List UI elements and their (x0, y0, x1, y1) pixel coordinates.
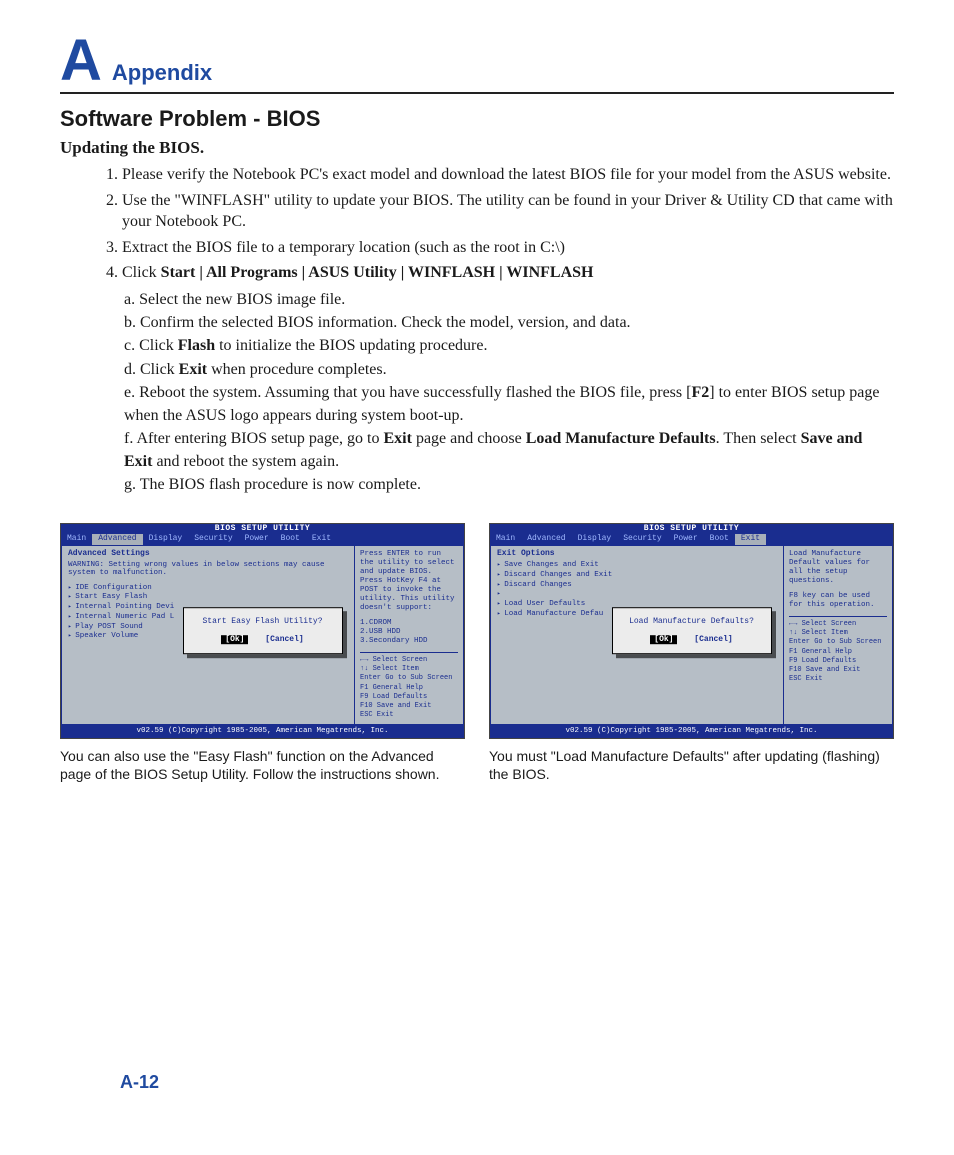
appendix-letter: A (60, 32, 102, 90)
bios-footer: v02.59 (C)Copyright 1985-2005, American … (490, 725, 893, 737)
bios-tab-power[interactable]: Power (239, 534, 275, 545)
right-caption: You must "Load Manufacture Defaults" aft… (489, 747, 894, 785)
step-4: Click Start | All Programs | ASUS Utilit… (122, 262, 894, 284)
bios-tabs-left: MainAdvancedDisplaySecurityPowerBootExit (61, 534, 464, 545)
bios-tab-boot[interactable]: Boot (275, 534, 306, 545)
substep-d: d. Click Exit when procedure completes. (124, 358, 894, 381)
bios-dialog-defaults: Load Manufacture Defaults? [Ok] [Cancel] (612, 607, 772, 655)
screenshot-row: BIOS SETUP UTILITY MainAdvancedDisplaySe… (60, 523, 894, 785)
bios-tab-advanced[interactable]: Advanced (92, 534, 142, 545)
bios-tab-exit[interactable]: Exit (306, 534, 337, 545)
bios-tab-security[interactable]: Security (617, 534, 667, 545)
steps-list: Please verify the Notebook PC's exact mo… (98, 164, 894, 284)
bios-tab-main[interactable]: Main (61, 534, 92, 545)
dialog-cancel[interactable]: [Cancel] (694, 636, 732, 645)
substep-b: b. Confirm the selected BIOS information… (124, 311, 894, 334)
header-rule (60, 92, 894, 94)
bios-keys-right: ←→ Select Screen↑↓ Select ItemEnter Go t… (789, 616, 887, 684)
substep-g: g. The BIOS flash procedure is now compl… (124, 473, 894, 496)
left-caption: You can also use the "Easy Flash" functi… (60, 747, 465, 785)
appendix-label: Appendix (112, 60, 212, 86)
right-col: BIOS SETUP UTILITY MainAdvancedDisplaySe… (489, 523, 894, 785)
substep-a: a. Select the new BIOS image file. (124, 288, 894, 311)
bios-tab-boot[interactable]: Boot (704, 534, 735, 545)
bios-screenshot-advanced: BIOS SETUP UTILITY MainAdvancedDisplaySe… (60, 523, 465, 739)
bios-panel-heading: Advanced Settings (68, 550, 348, 559)
bios-tab-main[interactable]: Main (490, 534, 521, 545)
bios-panel-heading: Exit Options (497, 550, 777, 559)
bios-tab-display[interactable]: Display (143, 534, 189, 545)
step-2: Use the "WINFLASH" utility to update you… (122, 190, 894, 233)
substep-e: e. Reboot the system. Assuming that you … (124, 381, 894, 427)
bios-screenshot-exit: BIOS SETUP UTILITY MainAdvancedDisplaySe… (489, 523, 894, 739)
bios-footer: v02.59 (C)Copyright 1985-2005, American … (61, 725, 464, 737)
section-title: Software Problem - BIOS (60, 106, 894, 132)
bios-tab-display[interactable]: Display (572, 534, 618, 545)
bios-tab-power[interactable]: Power (668, 534, 704, 545)
bios-warning: WARNING: Setting wrong values in below s… (68, 561, 348, 578)
bios-keys-left: ←→ Select Screen↑↓ Select ItemEnter Go t… (360, 652, 458, 720)
bios-tab-exit[interactable]: Exit (735, 534, 766, 545)
step-3: Extract the BIOS file to a temporary loc… (122, 237, 894, 259)
dialog-ok[interactable]: [Ok] (221, 636, 248, 645)
bios-title: BIOS SETUP UTILITY (61, 524, 464, 535)
dialog-cancel[interactable]: [Cancel] (265, 636, 303, 645)
bios-help-2: F8 key can be used for this operation. (789, 592, 887, 610)
appendix-header: A Appendix (60, 32, 894, 90)
subsection-title: Updating the BIOS. (60, 138, 894, 158)
bios-dialog-text: Load Manufacture Defaults? (627, 618, 757, 627)
bios-tab-security[interactable]: Security (188, 534, 238, 545)
bios-tab-advanced[interactable]: Advanced (521, 534, 571, 545)
substep-c: c. Click Flash to initialize the BIOS up… (124, 334, 894, 357)
bios-help-2: 1.CDROM 2.USB HDD 3.Secondary HDD (360, 619, 458, 646)
bios-dialog-easyflash: Start Easy Flash Utility? [Ok] [Cancel] (183, 607, 343, 655)
step-1: Please verify the Notebook PC's exact mo… (122, 164, 894, 186)
dialog-ok[interactable]: [Ok] (650, 636, 677, 645)
bios-title: BIOS SETUP UTILITY (490, 524, 893, 535)
page-number: A-12 (120, 1072, 159, 1093)
substep-f: f. After entering BIOS setup page, go to… (124, 427, 894, 473)
bios-tabs-right: MainAdvancedDisplaySecurityPowerBootExit (490, 534, 893, 545)
bios-dialog-text: Start Easy Flash Utility? (198, 618, 328, 627)
bios-help-1: Press ENTER to run the utility to select… (360, 550, 458, 613)
left-col: BIOS SETUP UTILITY MainAdvancedDisplaySe… (60, 523, 465, 785)
bios-help-1: Load Manufacture Default values for all … (789, 550, 887, 586)
